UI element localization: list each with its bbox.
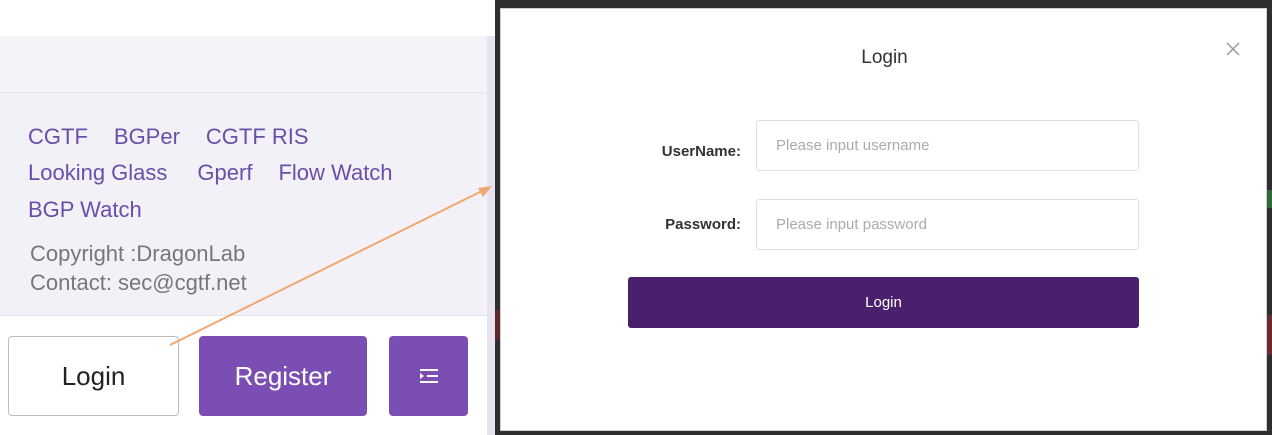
sidebar-login-button[interactable]: Login xyxy=(8,336,179,416)
username-label: UserName: xyxy=(661,143,741,160)
links-row-1: CGTF BGPer CGTF RIS xyxy=(28,124,309,150)
screenshot-stage: CGTF BGPer CGTF RIS Looking Glass Gperf … xyxy=(0,0,1272,435)
sidebar-header-band xyxy=(0,36,487,92)
sidebar-register-button[interactable]: Register xyxy=(199,336,367,416)
username-input[interactable] xyxy=(756,120,1139,171)
password-input[interactable] xyxy=(756,199,1139,250)
link-gperf[interactable]: Gperf xyxy=(197,160,252,186)
link-bgper[interactable]: BGPer xyxy=(114,124,180,150)
close-icon[interactable] xyxy=(1221,37,1245,61)
link-cgtf[interactable]: CGTF xyxy=(28,124,88,150)
sidebar-panel: CGTF BGPer CGTF RIS Looking Glass Gperf … xyxy=(0,36,487,435)
link-flow-watch[interactable]: Flow Watch xyxy=(278,160,392,186)
contact-text: Contact: sec@cgtf.net xyxy=(30,270,247,295)
login-dialog: Login UserName: Password: Login xyxy=(500,8,1267,431)
links-row-2: Looking Glass Gperf Flow Watch xyxy=(28,160,393,186)
link-cgtf-ris[interactable]: CGTF RIS xyxy=(206,124,309,150)
copyright-text: Copyright :DragonLab xyxy=(30,241,246,266)
dialog-title: Login xyxy=(861,47,908,68)
password-label: Password: xyxy=(665,216,741,233)
menu-fold-icon xyxy=(419,369,438,383)
close-icon-glyph xyxy=(1226,42,1240,56)
link-bgp-watch[interactable]: BGP Watch xyxy=(28,197,142,223)
link-looking-glass[interactable]: Looking Glass xyxy=(28,160,167,186)
sidebar-edge xyxy=(487,36,495,435)
menu-toggle-button[interactable] xyxy=(389,336,468,416)
links-row-3: BGP Watch xyxy=(28,197,142,223)
login-submit-button[interactable]: Login xyxy=(628,277,1139,328)
